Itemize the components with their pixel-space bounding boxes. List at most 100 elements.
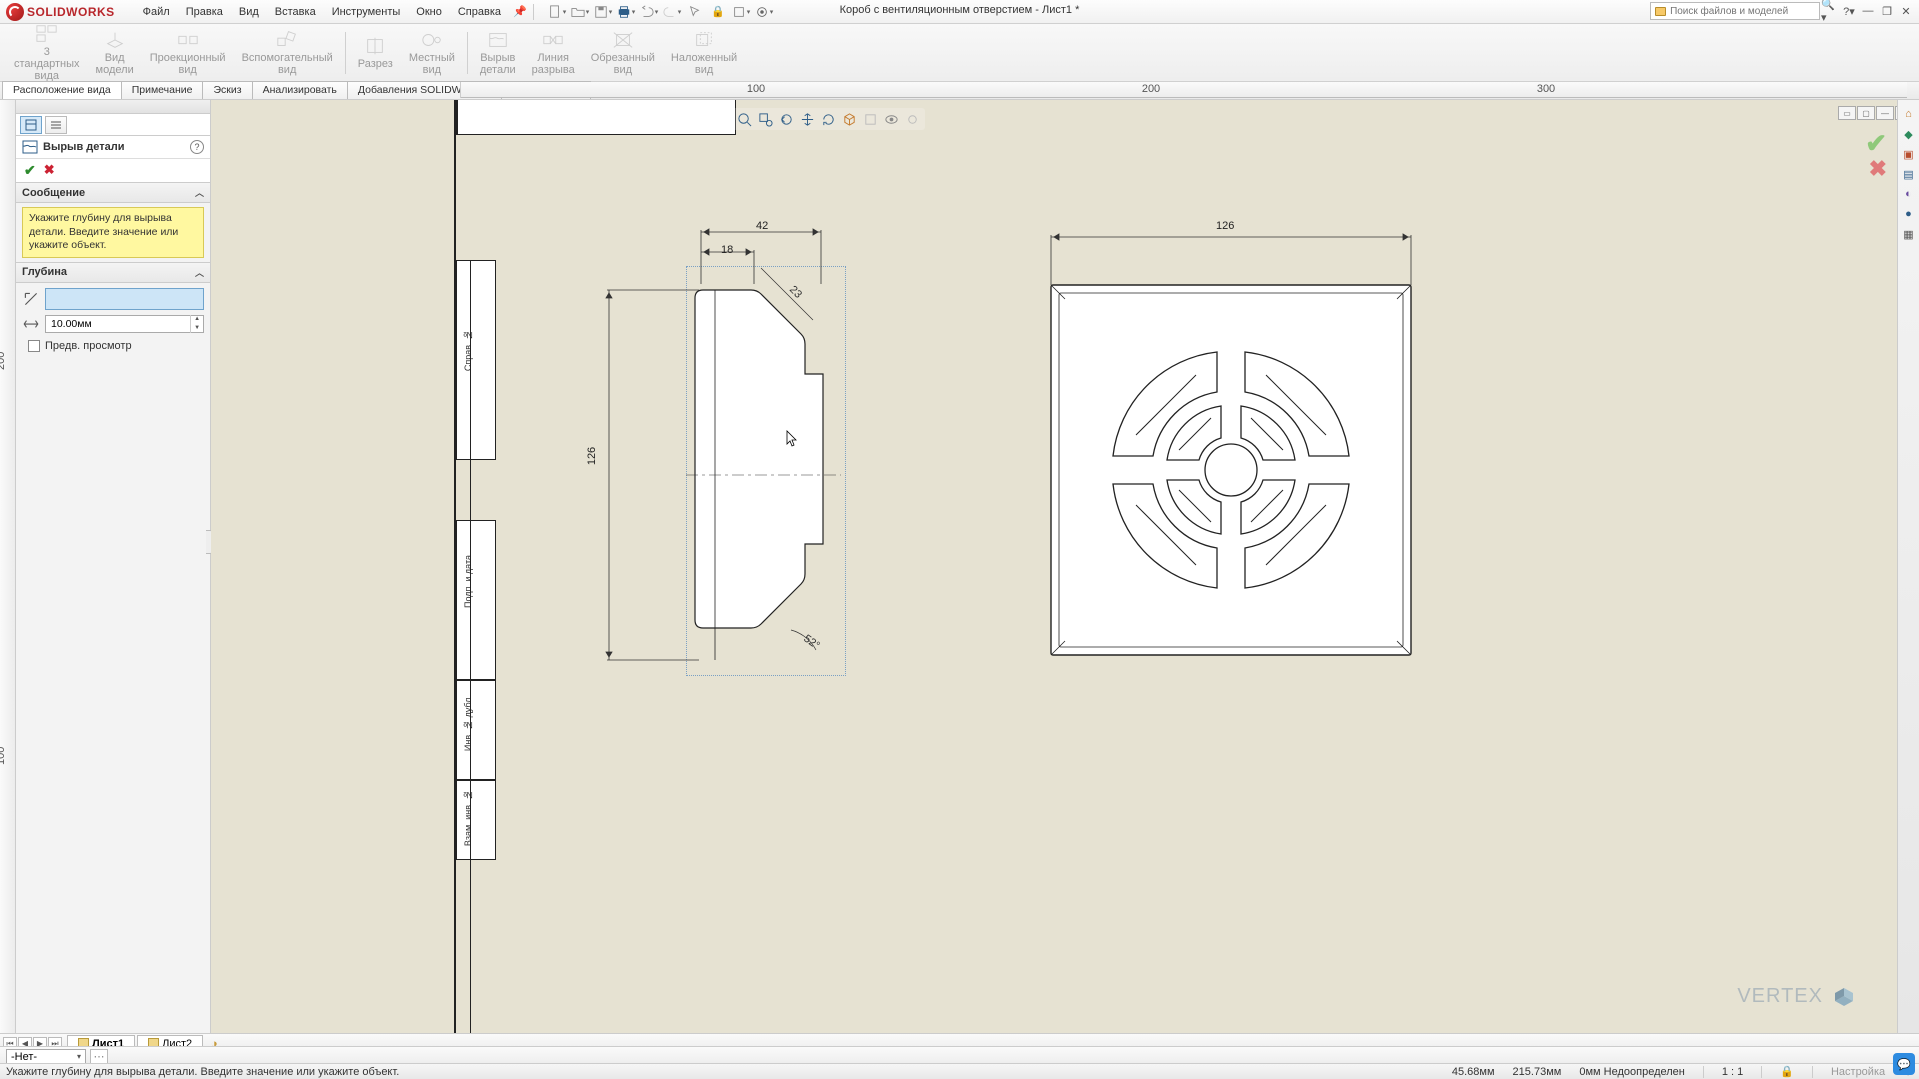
svg-text:23: 23 (787, 284, 804, 301)
gv-max[interactable]: ▢ (1857, 106, 1875, 120)
front-view (1031, 215, 1431, 675)
print-button[interactable] (615, 2, 637, 22)
ruler-horizontal[interactable]: 100 200 300 (460, 82, 1907, 98)
tab-sketch[interactable]: Эскиз (202, 81, 252, 99)
tab-viewlayout[interactable]: Расположение вида (2, 81, 122, 99)
rib-detail[interactable]: Местныйвид (403, 27, 461, 78)
rib-alternate[interactable]: Наложенныйвид (665, 27, 743, 78)
restore-button[interactable]: ❐ (1878, 3, 1896, 19)
select-button[interactable] (684, 2, 706, 22)
hide-show-icon[interactable] (902, 110, 922, 128)
confirm-ok[interactable]: ✔ (1865, 128, 1887, 159)
status-z: 0мм (1579, 1066, 1600, 1078)
dim-126: 126 (1216, 220, 1234, 232)
pin-icon[interactable]: 📌 (509, 2, 531, 22)
rebuild-button[interactable]: 🔒 (707, 2, 729, 22)
gv-restore[interactable]: — (1876, 106, 1894, 120)
rib-modelview[interactable]: Видмодели (90, 27, 140, 78)
app-logo: SOLIDWORKS (6, 3, 115, 21)
rib-section[interactable]: Разрез (352, 33, 399, 72)
menu-help[interactable]: Справка (450, 3, 509, 21)
rib-crop[interactable]: Обрезанныйвид (585, 27, 661, 78)
tp-properties-icon[interactable]: ▦ (1901, 226, 1917, 242)
side-view: 52° 23 (591, 210, 851, 690)
property-manager: Вырыв детали ? ✔ ✖ Сообщение︿ Укажите гл… (16, 100, 211, 1041)
rib-break[interactable]: Линияразрыва (526, 27, 581, 78)
pan-icon[interactable] (797, 110, 817, 128)
ok-button[interactable]: ✔ (24, 162, 36, 179)
drawing-canvas[interactable]: Справ. № Подп. и дата Инв. № дубл. Взам.… (211, 100, 1919, 1041)
status-lock-icon[interactable]: 🔒 (1780, 1065, 1794, 1078)
panel-grip[interactable] (16, 100, 210, 114)
spin-down[interactable]: ▼ (191, 324, 203, 333)
section-message-head[interactable]: Сообщение︿ (16, 182, 210, 203)
menu-insert[interactable]: Вставка (267, 3, 324, 21)
rib-auxiliary[interactable]: Вспомогательныйвид (236, 27, 339, 78)
confirm-cancel[interactable]: ✖ (1869, 156, 1887, 182)
brokenout-icon (22, 140, 38, 154)
rib-projected[interactable]: Проекционныйвид (144, 27, 232, 78)
display-style-icon[interactable] (881, 110, 901, 128)
orient-button[interactable] (730, 2, 752, 22)
cancel-button[interactable]: ✖ (44, 162, 55, 179)
depth-value-input[interactable] (46, 318, 190, 330)
preview-checkbox[interactable] (28, 340, 40, 352)
ruler-vertical[interactable]: 200 100 (0, 100, 16, 1041)
open-doc-button[interactable] (569, 2, 591, 22)
panel-help-button[interactable]: ? (190, 140, 204, 154)
depth-value-icon (22, 316, 40, 332)
dim-18: 18 (721, 244, 733, 256)
search-input[interactable] (1670, 6, 1815, 17)
tp-appearance-icon[interactable]: ● (1901, 206, 1917, 222)
status-y: 215.73мм (1513, 1066, 1562, 1078)
depth-reference-input[interactable] (45, 288, 204, 310)
search-box[interactable] (1650, 2, 1820, 20)
menu-file[interactable]: Файл (135, 3, 178, 21)
section-view-icon[interactable] (860, 110, 880, 128)
menu-window[interactable]: Окно (408, 3, 450, 21)
tp-explorer-icon[interactable]: ▤ (1901, 166, 1917, 182)
view-toolbar (731, 108, 925, 130)
tp-home-icon[interactable]: ⌂ (1901, 106, 1917, 122)
help-dd-button[interactable]: ?▾ (1840, 3, 1858, 19)
rib-brokenout[interactable]: Вырывдетали (474, 27, 522, 78)
spin-up[interactable]: ▲ (191, 315, 203, 324)
status-custom[interactable]: Настройка (1831, 1066, 1885, 1078)
chat-icon[interactable]: 💬 (1893, 1053, 1915, 1075)
zoom-area-icon[interactable] (755, 110, 775, 128)
tp-library-icon[interactable]: ▣ (1901, 146, 1917, 162)
tab-evaluate[interactable]: Анализировать (252, 81, 348, 99)
depth-value-field[interactable]: ▲▼ (45, 315, 204, 333)
menu-view[interactable]: Вид (231, 3, 267, 21)
logo-text: SOLIDWORKS (27, 5, 115, 19)
section-depth-head[interactable]: Глубина︿ (16, 262, 210, 283)
featuremgr-tab[interactable] (20, 116, 42, 134)
search-go-button[interactable]: 🔍▾ (1821, 3, 1839, 19)
menu-edit[interactable]: Правка (178, 3, 231, 21)
menu-tools[interactable]: Инструменты (324, 3, 409, 21)
rotate-icon[interactable] (818, 110, 838, 128)
menubar: SOLIDWORKS Файл Правка Вид Вставка Инстр… (0, 0, 1919, 24)
3d-view-icon[interactable] (839, 110, 859, 128)
minimize-button[interactable]: — (1859, 3, 1877, 19)
configmgr-tab[interactable] (45, 116, 67, 134)
gv-min[interactable]: ▭ (1838, 106, 1856, 120)
new-doc-button[interactable] (546, 2, 568, 22)
zoom-fit-icon[interactable] (734, 110, 754, 128)
tp-palette-icon[interactable]: ◐ (1901, 186, 1917, 202)
tp-resources-icon[interactable]: ◆ (1901, 126, 1917, 142)
status-scale[interactable]: 1 : 1 (1722, 1066, 1743, 1078)
save-button[interactable] (592, 2, 614, 22)
document-title: Короб с вентиляционным отверстием - Лист… (840, 4, 1080, 16)
options-button[interactable] (753, 2, 775, 22)
status-x: 45.68мм (1452, 1066, 1495, 1078)
dim-42: 42 (756, 220, 768, 232)
undo-button[interactable] (638, 2, 660, 22)
rib-3standard[interactable]: 3стандартныхвида (8, 21, 86, 84)
tab-annotation[interactable]: Примечание (121, 81, 204, 99)
redo-button[interactable] (661, 2, 683, 22)
command-tabbar: Расположение вида Примечание Эскиз Анали… (0, 82, 1919, 100)
dim-126v: 126 (586, 447, 598, 465)
close-button[interactable]: ✕ (1897, 3, 1915, 19)
zoom-prev-icon[interactable] (776, 110, 796, 128)
